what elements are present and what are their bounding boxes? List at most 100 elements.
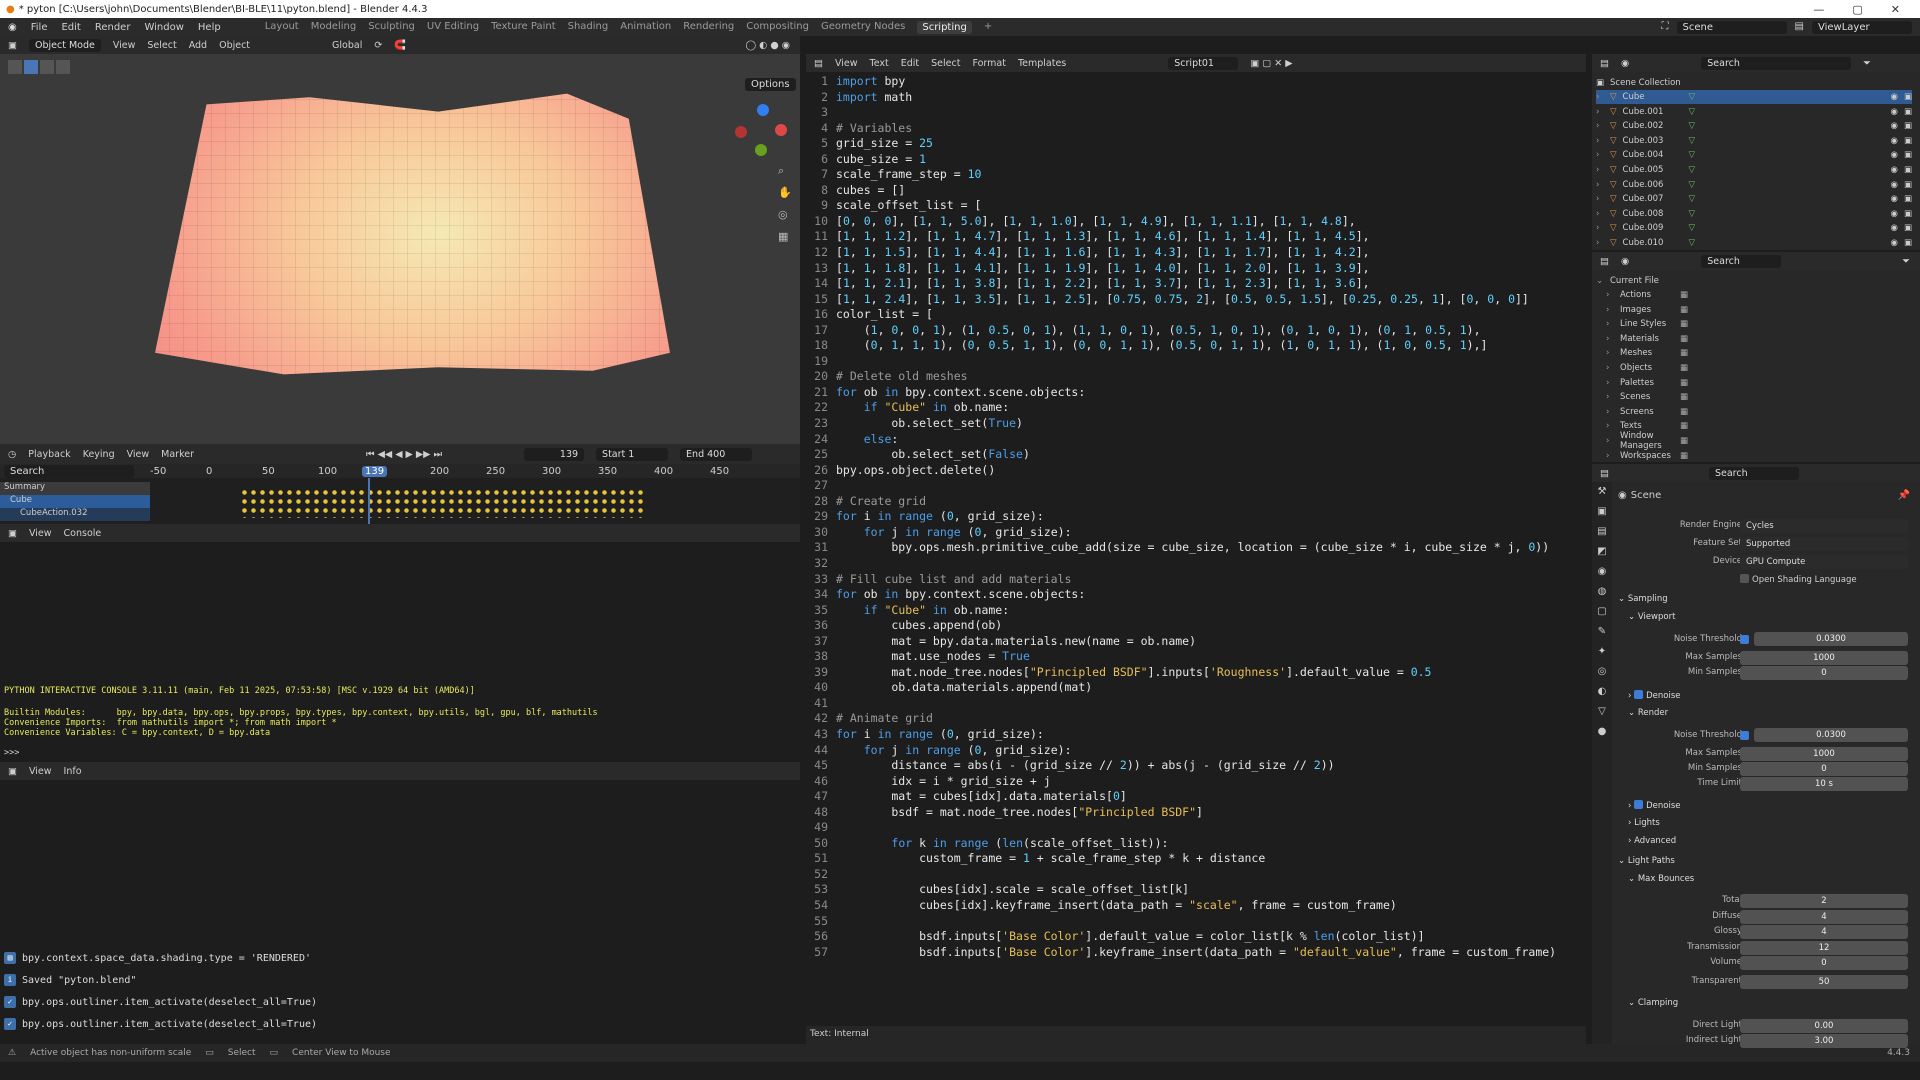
channel-summary[interactable]: Summary <box>0 482 150 495</box>
camera-render-icon[interactable]: ▣ <box>1904 238 1912 248</box>
r-denoise-subpanel[interactable]: › Denoise <box>1628 800 1681 811</box>
r-max-samples[interactable]: 1000 <box>1740 747 1908 761</box>
minimize-icon[interactable]: — <box>1813 3 1824 16</box>
add-workspace-icon[interactable]: + <box>984 21 992 34</box>
eye-icon[interactable]: ◉ <box>1891 136 1898 146</box>
expand-arrow-icon[interactable]: › <box>1596 107 1604 117</box>
console-editor-icon[interactable]: ▣ <box>8 528 17 539</box>
vp-denoise-subpanel[interactable]: › Denoise <box>1628 690 1681 701</box>
outliner-object-row[interactable]: › ▽ Cube.010 ▽ ◉ ▣ <box>1596 236 1912 250</box>
info-report[interactable]: ▤ bpy.context.space_data.shading.type = '… <box>4 952 311 964</box>
eye-icon[interactable]: ◉ <box>1891 121 1898 131</box>
blendfile-item[interactable]: › Meshes ▦ <box>1596 346 1912 360</box>
tab-compositing[interactable]: Compositing <box>746 21 809 34</box>
text-editor[interactable]: ▤ View Text Edit Select Format Templates… <box>806 54 1586 1044</box>
outliner-object-row[interactable]: › ▽ Cube.008 ▽ ◉ ▣ <box>1596 207 1912 221</box>
timeline-menu-playback[interactable]: Playback <box>28 449 70 460</box>
outliner-object-row[interactable]: › ▽ Cube ▽ ◉ ▣ <box>1596 90 1912 104</box>
timeline-editor-icon[interactable]: ◷ <box>8 449 16 460</box>
script-buttons-icons[interactable]: ▣ ▢ ✕ ▶ <box>1250 58 1292 69</box>
info-editor-icon[interactable]: ▣ <box>8 766 17 777</box>
expand-arrow-icon[interactable]: › <box>1606 421 1614 431</box>
editor-menu-edit[interactable]: Edit <box>901 58 919 69</box>
code-content[interactable]: import bpy import math # Variables grid_… <box>836 74 1556 960</box>
outliner-object-row[interactable]: › ▽ Cube.005 ▽ ◉ ▣ <box>1596 163 1912 177</box>
bounce-value[interactable]: 12 <box>1740 940 1908 955</box>
menu-file[interactable]: File <box>31 22 48 33</box>
r-noise-threshold[interactable]: 0.0300 <box>1754 728 1908 742</box>
tab-uv-editing[interactable]: UV Editing <box>427 21 479 34</box>
tab-rendering[interactable]: Rendering <box>683 21 734 34</box>
osl-checkbox[interactable]: Open Shading Language <box>1740 574 1857 585</box>
viewport-menu-add[interactable]: Add <box>189 40 207 51</box>
eye-icon[interactable]: ◉ <box>1891 194 1898 204</box>
outliner-editor-icon[interactable]: ▤ <box>1600 58 1609 69</box>
expand-arrow-icon[interactable]: › <box>1596 223 1604 233</box>
timeline-menu-marker[interactable]: Marker <box>161 449 194 460</box>
current-frame-field[interactable]: 139 <box>524 447 585 461</box>
script-selector[interactable]: Script01 <box>1168 56 1239 70</box>
properties-editor-icon[interactable]: ▤ <box>1600 468 1609 479</box>
python-console[interactable]: ▣ View Console PYTHON INTERACTIVE CONSOL… <box>0 524 800 762</box>
expand-arrow-icon[interactable]: › <box>1606 378 1614 388</box>
blendfile-item[interactable]: › Objects ▦ <box>1596 361 1912 375</box>
camera-render-icon[interactable]: ▣ <box>1904 150 1912 160</box>
camera-render-icon[interactable]: ▣ <box>1904 121 1912 131</box>
tab-texture-paint[interactable]: Texture Paint <box>491 21 556 34</box>
viewport-menu-view[interactable]: View <box>113 40 136 51</box>
eye-icon[interactable]: ◉ <box>1891 238 1898 248</box>
info-menu-info[interactable]: Info <box>64 766 82 777</box>
expand-arrow-icon[interactable]: › <box>1606 305 1614 315</box>
expand-arrow-icon[interactable]: › <box>1596 136 1604 146</box>
render-engine-dropdown[interactable]: Cycles <box>1740 519 1908 533</box>
outliner-object-row[interactable]: › ▽ Cube.001 ▽ ◉ ▣ <box>1596 105 1912 119</box>
max-bounces-subpanel[interactable]: ⌄ Max Bounces <box>1628 874 1694 884</box>
blendfile-mode-icon[interactable]: ◉ <box>1621 256 1629 267</box>
eye-icon[interactable]: ◉ <box>1891 180 1898 190</box>
expand-arrow-icon[interactable]: › <box>1606 363 1614 373</box>
expand-arrow-icon[interactable]: › <box>1606 392 1614 402</box>
viewport-menu-object[interactable]: Object <box>219 40 250 51</box>
camera-render-icon[interactable]: ▣ <box>1904 180 1912 190</box>
pan-hand-icon[interactable]: ✋ <box>778 186 792 200</box>
close-icon[interactable]: ✕ <box>1891 3 1900 16</box>
vp-noise-checkbox[interactable] <box>1740 635 1749 644</box>
expand-arrow-icon[interactable]: › <box>1606 334 1614 344</box>
pivot-icon[interactable]: ⟳ <box>374 40 382 51</box>
console-prompt[interactable]: >>> <box>4 748 24 758</box>
r-time-limit[interactable]: 10 s <box>1740 777 1908 791</box>
camera-render-icon[interactable]: ▣ <box>1904 136 1912 146</box>
select-mode-icons[interactable] <box>8 60 70 74</box>
options-button[interactable]: Options <box>745 78 796 91</box>
blendfile-item[interactable]: › Scenes ▦ <box>1596 390 1912 404</box>
tab-layout[interactable]: Layout <box>265 21 299 34</box>
outliner-object-row[interactable]: › ▽ Cube.006 ▽ ◉ ▣ <box>1596 178 1912 192</box>
tab-scripting[interactable]: Scripting <box>917 20 972 34</box>
eye-icon[interactable]: ◉ <box>1891 92 1898 102</box>
tab-shading[interactable]: Shading <box>568 21 609 34</box>
blendfile-item[interactable]: › Actions ▦ <box>1596 288 1912 302</box>
end-frame-field[interactable]: End 400 <box>680 447 753 461</box>
scene-selector[interactable]: Scene <box>1676 20 1787 34</box>
camera-render-icon[interactable]: ▣ <box>1904 223 1912 233</box>
channel-cubeaction[interactable]: CubeAction.032 <box>0 508 150 521</box>
camera-render-icon[interactable]: ▣ <box>1904 165 1912 175</box>
expand-arrow-icon[interactable]: › <box>1596 165 1604 175</box>
current-file-root[interactable]: ⌄ Current File <box>1596 274 1912 288</box>
outliner2-editor-icon[interactable]: ▤ <box>1600 256 1609 267</box>
editor-menu-format[interactable]: Format <box>972 58 1005 69</box>
playback-controls[interactable]: ⏮ ◀◀ ◀ ▶ ▶▶ ⏭ <box>366 449 442 460</box>
blendfile-item[interactable]: › Materials ▦ <box>1596 332 1912 346</box>
lights-subpanel[interactable]: › Lights <box>1628 818 1660 828</box>
bounce-value[interactable]: 0 <box>1740 956 1908 970</box>
filter-icon[interactable]: ⏷ <box>1863 58 1871 69</box>
eye-icon[interactable]: ◉ <box>1891 165 1898 175</box>
blendfile-item[interactable]: › Workspaces ▦ <box>1596 449 1912 463</box>
camera-icon[interactable]: ◎ <box>778 208 792 222</box>
indirect-light-clamp[interactable]: 3.00 <box>1740 1034 1908 1048</box>
r-min-samples[interactable]: 0 <box>1740 762 1908 776</box>
maximize-icon[interactable]: ▢ <box>1852 3 1862 16</box>
editor-type-icon[interactable]: ▣ <box>8 40 17 51</box>
camera-render-icon[interactable]: ▣ <box>1904 107 1912 117</box>
bounce-value[interactable]: 4 <box>1740 909 1908 924</box>
